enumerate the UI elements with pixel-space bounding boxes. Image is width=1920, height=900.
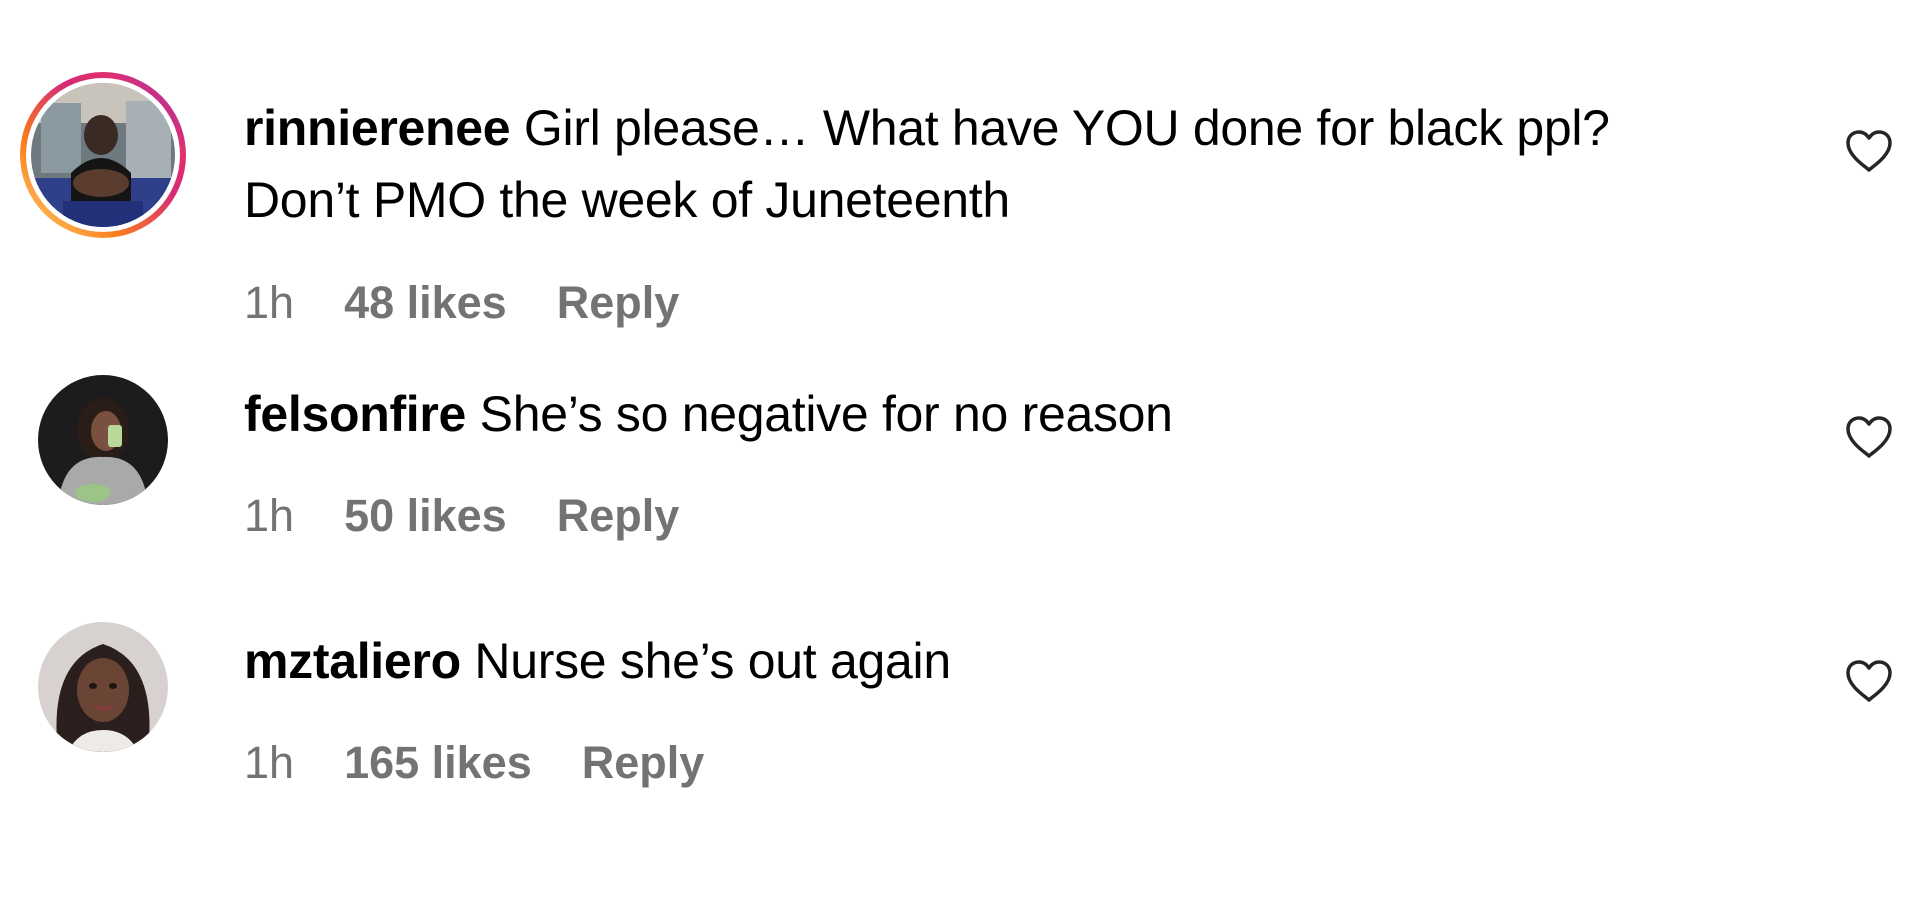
comment-username[interactable]: felsonfire [244, 386, 466, 442]
comment-body: Nurse she’s out again [474, 633, 951, 689]
comment-like-count[interactable]: 165 likes [344, 737, 532, 789]
avatar-story-ring[interactable] [20, 72, 186, 238]
heart-outline-icon[interactable] [1844, 128, 1894, 174]
avatar-wrapper[interactable] [20, 622, 186, 788]
comment-text-line-2: Don’t PMO the week of Juneteenth [244, 163, 1010, 237]
comment-timestamp[interactable]: 1h [244, 277, 294, 329]
comment-username[interactable]: mztaliero [244, 633, 461, 689]
comment-meta: 1h 48 likes Reply [244, 277, 679, 329]
reply-button[interactable]: Reply [557, 490, 680, 542]
comment-meta: 1h 165 likes Reply [244, 737, 704, 789]
comment-body: Girl please… What have YOU done for blac… [523, 100, 1610, 156]
comment-timestamp[interactable]: 1h [244, 737, 294, 789]
reply-button[interactable]: Reply [582, 737, 705, 789]
avatar[interactable] [38, 375, 168, 505]
heart-outline-icon[interactable] [1844, 658, 1894, 704]
comment-body: She’s so negative for no reason [479, 386, 1173, 442]
avatar[interactable] [38, 622, 168, 752]
avatar-wrapper[interactable] [20, 375, 186, 541]
avatar[interactable] [31, 83, 175, 227]
reply-button[interactable]: Reply [557, 277, 680, 329]
comment-timestamp[interactable]: 1h [244, 490, 294, 542]
comment-text-line-1: rinnierenee Girl please… What have YOU d… [244, 91, 1610, 165]
heart-outline-icon[interactable] [1844, 414, 1894, 460]
comment-text-line-1: mztaliero Nurse she’s out again [244, 624, 951, 698]
comment-username[interactable]: rinnierenee [244, 100, 511, 156]
comment-text-line-1: felsonfire She’s so negative for no reas… [244, 377, 1173, 451]
comment-like-count[interactable]: 50 likes [344, 490, 507, 542]
comment-meta: 1h 50 likes Reply [244, 490, 679, 542]
comment-like-count[interactable]: 48 likes [344, 277, 507, 329]
comment-body-continued: Don’t PMO the week of Juneteenth [244, 172, 1010, 228]
